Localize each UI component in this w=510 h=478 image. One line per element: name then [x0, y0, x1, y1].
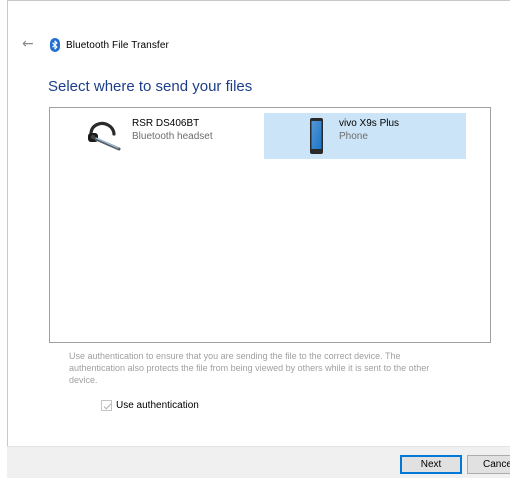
bluetooth-file-transfer-window: ← Bluetooth File Transfer Select where t…	[0, 0, 510, 478]
use-authentication-checkbox[interactable]	[101, 400, 112, 411]
use-authentication-label: Use authentication	[116, 400, 199, 411]
bluetooth-icon	[50, 38, 60, 52]
device-name: RSR DS406BT	[132, 118, 200, 129]
device-list[interactable]: RSR DS406BT Bluetooth headset vivo X9s P…	[49, 107, 491, 343]
headset-icon	[84, 116, 122, 156]
next-button[interactable]: Next	[400, 455, 462, 474]
back-arrow-icon[interactable]: ←	[22, 37, 36, 51]
authentication-description: Use authentication to ensure that you ar…	[69, 351, 430, 385]
device-name: vivo X9s Plus	[339, 118, 400, 129]
window-top-border	[7, 0, 510, 8]
page-title: Select where to send your files	[48, 78, 253, 95]
device-type: Bluetooth headset	[132, 131, 213, 142]
window-left-border	[7, 8, 8, 478]
cancel-button[interactable]: Cancel	[467, 455, 510, 474]
authentication-checkbox-row[interactable]: Use authentication	[101, 400, 199, 411]
window-title-row: Bluetooth File Transfer	[50, 37, 169, 53]
device-item-headset[interactable]: RSR DS406BT Bluetooth headset	[84, 113, 286, 159]
window-title: Bluetooth File Transfer	[66, 39, 169, 51]
device-type: Phone	[339, 131, 368, 142]
device-item-phone[interactable]: vivo X9s Plus Phone	[264, 113, 466, 159]
phone-icon	[309, 116, 325, 156]
